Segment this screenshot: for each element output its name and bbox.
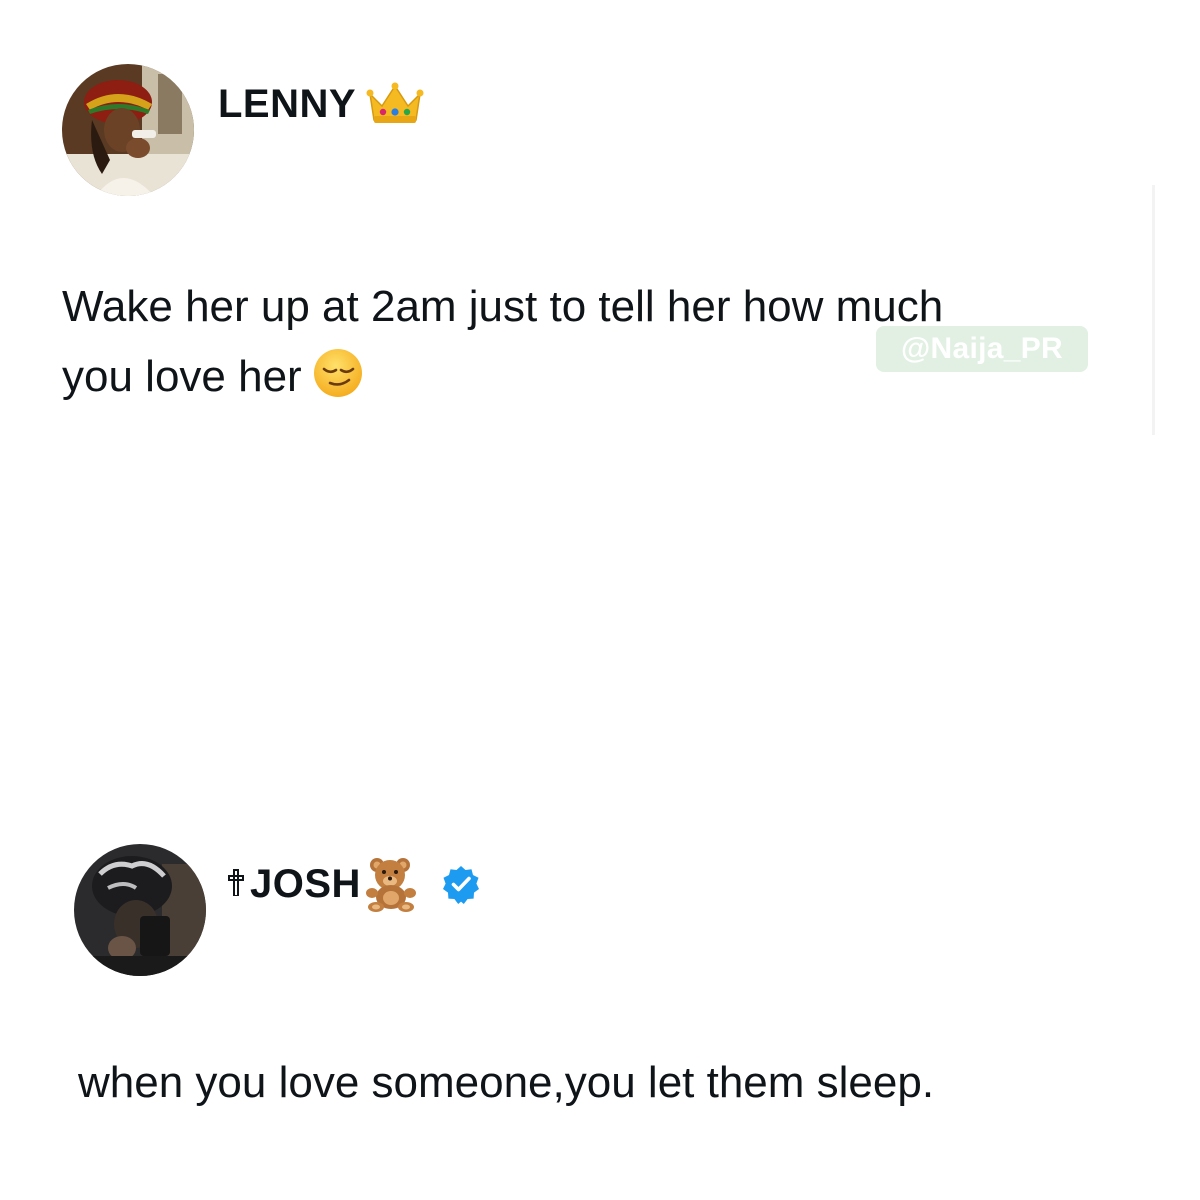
user-avatar[interactable] — [74, 844, 206, 976]
watermark-label: @Naija_PR — [876, 326, 1088, 372]
tweet-card-1: LENNY Wake her up at 2am just to tell he… — [0, 0, 1200, 560]
author-display-name[interactable]: JOSH — [250, 862, 361, 907]
tweet-text: when you love someone,you let them sleep… — [78, 1058, 935, 1107]
user-avatar[interactable] — [62, 64, 194, 196]
relieved-face-icon — [312, 347, 364, 399]
author-display-name[interactable]: LENNY — [218, 82, 356, 127]
author-name-row: LENNY — [218, 78, 424, 130]
verified-badge-icon[interactable] — [441, 864, 481, 904]
tweet-card-2: JOSH when you love someone,you let them … — [0, 820, 1200, 1200]
crown-icon — [366, 82, 424, 126]
teddy-bear-icon — [363, 855, 421, 913]
author-name-row: JOSH — [228, 855, 481, 913]
tweet-text-line-1: Wake her up at 2am just to tell her how … — [62, 282, 944, 331]
divider-line — [1152, 185, 1155, 435]
avatar-photo — [74, 844, 206, 976]
avatar-photo — [62, 64, 194, 196]
cross-icon — [228, 868, 244, 897]
tweet-text-line-2: you love her — [62, 352, 302, 401]
